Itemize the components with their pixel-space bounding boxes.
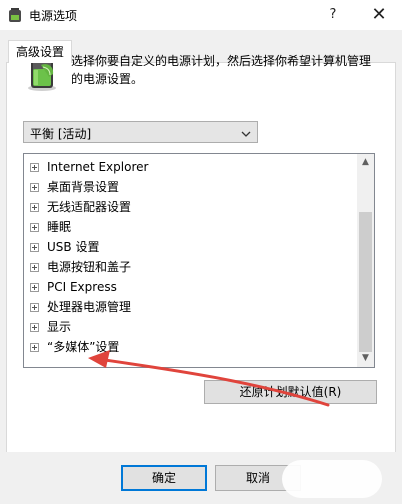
tree-item-label: USB 设置 [47, 240, 100, 254]
tree-item-label: 处理器电源管理 [47, 300, 132, 314]
power-plan-value: 平衡 [活动] [30, 127, 92, 141]
help-button[interactable]: ? [310, 0, 356, 30]
scroll-up-arrow-icon[interactable]: ▲ [357, 154, 374, 171]
expand-icon[interactable] [30, 343, 39, 352]
ok-button[interactable]: 确定 [121, 465, 207, 491]
tree-item-label: Internet Explorer [47, 160, 149, 174]
restore-plan-defaults-button[interactable]: 还原计划默认值(R) [204, 380, 377, 404]
tree-item-label: 无线适配器设置 [47, 200, 132, 214]
tree-item-power-buttons-lid[interactable]: 电源按钮和盖子 [30, 257, 131, 277]
title-bar: 电源选项 ? ✕ [0, 0, 402, 30]
tree-item-wireless-adapter[interactable]: 无线适配器设置 [30, 197, 131, 217]
vertical-scrollbar[interactable]: ▲ ▼ [357, 154, 374, 367]
tree-item-multimedia[interactable]: “多媒体”设置 [30, 337, 119, 357]
tree-item-sleep[interactable]: 睡眠 [30, 217, 71, 237]
expand-icon[interactable] [30, 283, 39, 292]
tree-item-label: “多媒体”设置 [47, 340, 120, 354]
expand-icon[interactable] [30, 263, 39, 272]
description-line-1: 选择你要自定义的电源计划，然后选择你希望计算机管理 [71, 54, 372, 68]
tree-item-label: 电源按钮和盖子 [47, 260, 132, 274]
tree-item-label: PCI Express [47, 280, 117, 294]
tree-item-label: 桌面背景设置 [47, 180, 120, 194]
expand-icon[interactable] [30, 183, 39, 192]
expand-icon[interactable] [30, 163, 39, 172]
tree-item-processor-power[interactable]: 处理器电源管理 [30, 297, 131, 317]
expand-icon[interactable] [30, 323, 39, 332]
tree-item-usb-settings[interactable]: USB 设置 [30, 237, 99, 257]
settings-tree[interactable]: Internet Explorer 桌面背景设置 无线适配器设置 睡眠 USB … [23, 153, 375, 368]
expand-icon[interactable] [30, 203, 39, 212]
description-text: 选择你要自定义的电源计划，然后选择你希望计算机管理 的电源设置。 [71, 52, 391, 88]
chevron-down-icon [241, 127, 251, 141]
power-plan-dropdown[interactable]: 平衡 [活动] [23, 121, 258, 143]
window-title: 电源选项 [29, 9, 78, 23]
scroll-down-arrow-icon[interactable]: ▼ [357, 350, 374, 367]
description-line-2: 的电源设置。 [71, 72, 144, 86]
tree-item-desktop-background[interactable]: 桌面背景设置 [30, 177, 119, 197]
scrollbar-thumb[interactable] [359, 212, 372, 352]
tree-item-pci-express[interactable]: PCI Express [30, 277, 117, 297]
watermark-fade [282, 460, 382, 498]
tree-item-internet-explorer[interactable]: Internet Explorer [30, 157, 148, 177]
tree-item-display[interactable]: 显示 [30, 317, 71, 337]
expand-icon[interactable] [30, 243, 39, 252]
close-button[interactable]: ✕ [356, 0, 402, 30]
expand-icon[interactable] [30, 223, 39, 232]
tab-advanced-settings[interactable]: 高级设置 [8, 40, 72, 63]
expand-icon[interactable] [30, 303, 39, 312]
power-options-app-icon [8, 7, 22, 23]
tree-item-label: 显示 [47, 320, 72, 334]
tree-item-label: 睡眠 [47, 220, 72, 234]
dialog-footer: 确定 取消 [0, 452, 402, 504]
